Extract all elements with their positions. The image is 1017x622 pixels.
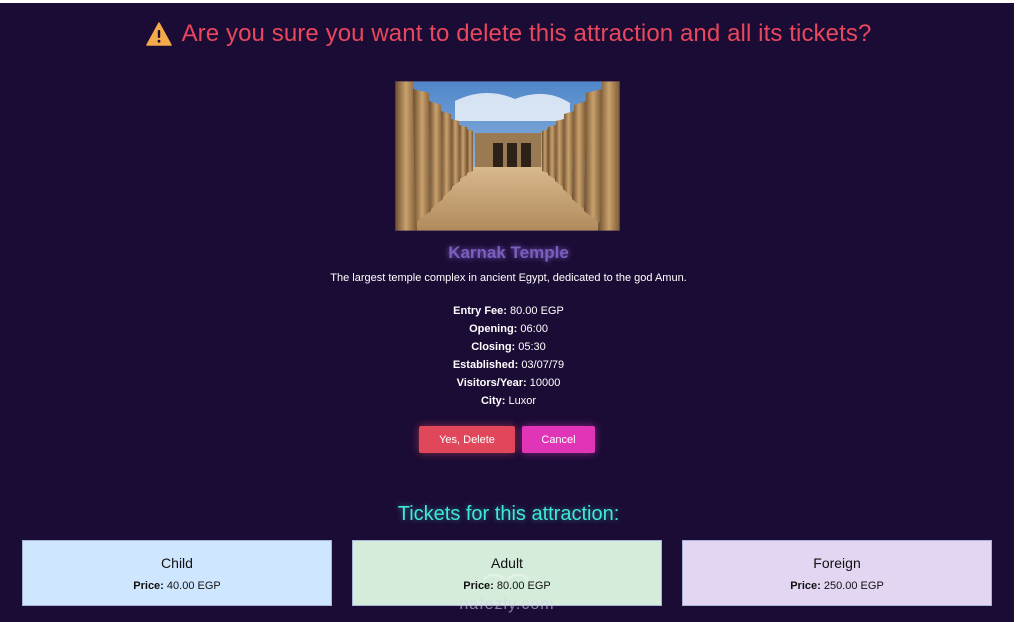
tickets-heading: Tickets for this attraction: xyxy=(397,503,620,525)
detail-established: Established: 03/07/79 xyxy=(0,356,1017,374)
ticket-card-child: Child Price: 40.00 EGP xyxy=(22,540,332,606)
detail-label: Entry Fee: xyxy=(453,305,507,317)
ticket-price-value: 40.00 EGP xyxy=(166,580,221,592)
detail-label: City: xyxy=(480,395,506,407)
detail-label: Established: xyxy=(452,359,519,371)
ticket-price-value: 250.00 EGP xyxy=(823,580,884,592)
attraction-name: Karnak Temple xyxy=(448,243,569,262)
confirm-delete-button[interactable]: Yes, Delete xyxy=(419,426,515,453)
detail-value: Luxor xyxy=(508,395,537,407)
warning-triangle-icon xyxy=(145,22,172,46)
detail-visitors-per-year: Visitors/Year: 10000 xyxy=(0,374,1017,392)
detail-value: 03/07/79 xyxy=(521,359,565,371)
ticket-card-adult: Adult Price: 80.00 EGP xyxy=(352,540,662,606)
ticket-name: Foreign xyxy=(813,555,861,571)
detail-value: 80.00 EGP xyxy=(510,305,564,317)
attraction-description: The largest temple complex in ancient Eg… xyxy=(330,272,687,284)
attraction-details: Entry Fee: 80.00 EGP Opening: 06:00 Clos… xyxy=(0,302,1017,410)
ticket-name: Child xyxy=(161,555,193,571)
attraction-photo xyxy=(395,81,620,231)
ticket-price-label: Price: xyxy=(790,580,821,592)
detail-closing: Closing: 05:30 xyxy=(0,338,1017,356)
ticket-price: Price: 40.00 EGP xyxy=(23,580,331,592)
detail-value: 10000 xyxy=(529,377,561,389)
detail-value: 05:30 xyxy=(518,341,546,353)
top-border xyxy=(0,0,1017,3)
delete-confirmation-page: Are you sure you want to delete this att… xyxy=(0,0,1017,622)
cancel-button[interactable]: Cancel xyxy=(522,426,595,453)
detail-entry-fee: Entry Fee: 80.00 EGP xyxy=(0,302,1017,320)
detail-label: Visitors/Year: xyxy=(456,377,527,389)
ticket-price: Price: 80.00 EGP xyxy=(353,580,661,592)
delete-warning-header: Are you sure you want to delete this att… xyxy=(0,20,1017,48)
delete-question: Are you sure you want to delete this att… xyxy=(181,20,872,47)
ticket-price: Price: 250.00 EGP xyxy=(683,580,991,592)
ticket-name: Adult xyxy=(491,555,523,571)
ticket-price-value: 80.00 EGP xyxy=(496,580,551,592)
detail-value: 06:00 xyxy=(520,323,548,335)
ticket-price-label: Price: xyxy=(133,580,164,592)
detail-label: Closing: xyxy=(471,341,516,353)
ticket-price-label: Price: xyxy=(463,580,494,592)
detail-opening: Opening: 06:00 xyxy=(0,320,1017,338)
detail-city: City: Luxor xyxy=(0,392,1017,410)
detail-label: Opening: xyxy=(469,323,518,335)
ticket-card-foreign: Foreign Price: 250.00 EGP xyxy=(682,540,992,606)
